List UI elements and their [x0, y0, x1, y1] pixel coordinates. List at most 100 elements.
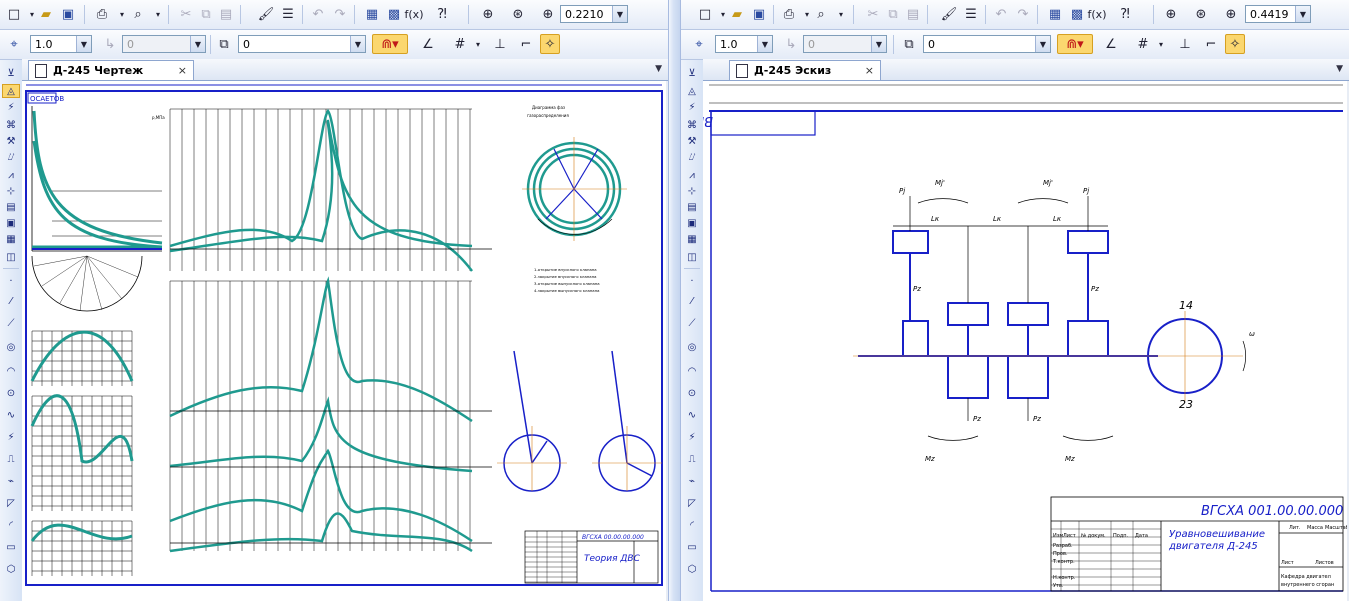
help-pointer-icon[interactable]: ⁈	[1115, 4, 1135, 24]
select-icon[interactable]: ⩘	[683, 168, 701, 182]
format-brush-icon[interactable]: 🖌	[256, 4, 276, 24]
dimension-icon[interactable]: ◬	[683, 84, 701, 98]
measure-icon[interactable]: ⌰	[2, 150, 20, 164]
close-icon[interactable]: ×	[178, 64, 187, 77]
chevron-down-icon[interactable]: ▼	[1295, 6, 1310, 22]
spline-icon[interactable]: ∿	[2, 408, 20, 422]
circle-icon[interactable]: ◎	[683, 340, 701, 354]
marking-icon[interactable]: ⚡	[2, 100, 20, 114]
reports-icon[interactable]: ▤	[683, 200, 701, 214]
fx-button[interactable]: f(x)	[1087, 4, 1107, 24]
chamfer-icon[interactable]: ◸	[2, 496, 20, 510]
ellipse-icon[interactable]: ⊙	[2, 386, 20, 400]
ortho-mode-icon[interactable]: ⌐	[1201, 34, 1221, 54]
window-splitter[interactable]	[668, 0, 681, 601]
grid-dropdown-icon[interactable]: ▾	[1151, 34, 1171, 54]
layer-icon[interactable]: ⧉	[214, 34, 234, 54]
polyline-icon[interactable]: ⌁	[2, 474, 20, 488]
zoom-window-icon[interactable]: ⊕	[478, 4, 498, 24]
zoom-combo[interactable]: 0.4419 ▼	[1245, 5, 1311, 23]
measure-icon[interactable]: ⌰	[683, 150, 701, 164]
cursor-coordinates-icon[interactable]: ⌖	[689, 34, 709, 54]
layer-combo[interactable]: 0 ▼	[238, 35, 366, 53]
drawing-canvas[interactable]: ВГСХА 001.00.00.000	[703, 81, 1349, 601]
chamfer-icon[interactable]: ◸	[683, 496, 701, 510]
orthogonal-icon[interactable]: ∠	[418, 34, 438, 54]
variables-icon[interactable]: ▩	[1067, 4, 1087, 24]
paste-icon[interactable]: ▤	[903, 4, 923, 24]
fragment-icon[interactable]: ▦	[2, 232, 20, 246]
preview-dropdown-icon[interactable]: ▾	[831, 4, 851, 24]
chevron-down-icon[interactable]: ▼	[190, 36, 205, 52]
point-icon[interactable]: ·	[683, 274, 701, 288]
line-scale-combo[interactable]: 1.0 ▼	[30, 35, 92, 53]
properties-icon[interactable]: ☰	[278, 4, 298, 24]
rectangle-icon[interactable]: ▭	[683, 540, 701, 554]
geometry-icon[interactable]: ⊻	[683, 66, 701, 80]
view-icon[interactable]: ◫	[2, 250, 20, 264]
point-icon[interactable]: ·	[2, 274, 20, 288]
parametrization-icon[interactable]: ⚒	[2, 134, 20, 148]
zoom-combo[interactable]: 0.2210 ▼	[560, 5, 628, 23]
undo-icon[interactable]: ↶	[308, 4, 328, 24]
ellipse-icon[interactable]: ⊙	[683, 386, 701, 400]
cut-icon[interactable]: ✂	[863, 4, 883, 24]
manager-icon[interactable]: ▦	[362, 4, 382, 24]
polygon-icon[interactable]: ⬡	[683, 562, 701, 576]
line-icon[interactable]: ⁄	[2, 294, 20, 308]
redo-icon[interactable]: ↷	[330, 4, 350, 24]
chevron-down-icon[interactable]: ▼	[1035, 36, 1050, 52]
layer-icon[interactable]: ⧉	[899, 34, 919, 54]
reports-icon[interactable]: ▤	[2, 200, 20, 214]
line-icon[interactable]: ⁄	[683, 294, 701, 308]
ortho-mode-icon[interactable]: ⌐	[516, 34, 536, 54]
help-pointer-icon[interactable]: ⁈	[432, 4, 452, 24]
print-icon[interactable]: ⎙	[779, 4, 799, 24]
save-icon[interactable]: ▣	[749, 4, 769, 24]
view-icon[interactable]: ◫	[683, 250, 701, 264]
parametrization-icon[interactable]: ⚒	[683, 134, 701, 148]
fillet-icon[interactable]: ◜	[2, 518, 20, 532]
new-document-icon[interactable]: □	[695, 4, 715, 24]
contour-icon[interactable]: ⎍	[683, 452, 701, 466]
step-combo[interactable]: 0 ▼	[803, 35, 887, 53]
format-brush-icon[interactable]: 🖌	[939, 4, 959, 24]
zoom-fit-icon[interactable]: ⊛	[508, 4, 528, 24]
editing-icon[interactable]: ⌘	[2, 118, 20, 132]
close-icon[interactable]: ×	[865, 64, 874, 77]
print-icon[interactable]: ⎙	[92, 4, 112, 24]
hatch-icon[interactable]: ⚡	[2, 430, 20, 444]
polygon-icon[interactable]: ⬡	[2, 562, 20, 576]
zoom-fit-icon[interactable]: ⊛	[1191, 4, 1211, 24]
marking-icon[interactable]: ⚡	[683, 100, 701, 114]
circle-icon[interactable]: ◎	[2, 340, 20, 354]
open-folder-icon[interactable]: ▰	[36, 4, 56, 24]
local-cs-icon[interactable]: ⊥	[1175, 34, 1195, 54]
rectangle-icon[interactable]: ▭	[2, 540, 20, 554]
grid-icon[interactable]: #	[1133, 34, 1153, 54]
tab-list-icon[interactable]: ▼	[655, 64, 662, 74]
copy-icon[interactable]: ⧉	[196, 4, 216, 24]
round-icon[interactable]: ✧	[540, 34, 560, 54]
snap-step-icon[interactable]: ↳	[100, 34, 120, 54]
paste-icon[interactable]: ▤	[216, 4, 236, 24]
editing-icon[interactable]: ⌘	[683, 118, 701, 132]
insert-icon[interactable]: ▣	[683, 216, 701, 230]
grid-icon[interactable]: #	[450, 34, 470, 54]
new-document-icon[interactable]: □	[4, 4, 24, 24]
insert-icon[interactable]: ▣	[2, 216, 20, 230]
layer-combo[interactable]: 0 ▼	[923, 35, 1051, 53]
zoom-in-icon[interactable]: ⊕	[538, 4, 558, 24]
tab-sketch[interactable]: Д-245 Эскиз ×	[729, 60, 881, 80]
dimension-icon[interactable]: ◬	[2, 84, 20, 98]
fillet-icon[interactable]: ◜	[683, 518, 701, 532]
print-preview-icon[interactable]: ⌕	[128, 4, 148, 24]
contour-icon[interactable]: ⎍	[2, 452, 20, 466]
segment-icon[interactable]: ⟋	[2, 316, 20, 330]
grid-dropdown-icon[interactable]: ▾	[468, 34, 488, 54]
snap-step-icon[interactable]: ↳	[781, 34, 801, 54]
tab-drawing[interactable]: Д-245 Чертеж ×	[28, 60, 194, 80]
tab-list-icon[interactable]: ▼	[1336, 64, 1343, 74]
local-cs-icon[interactable]: ⊥	[490, 34, 510, 54]
geometry-icon[interactable]: ⊻	[2, 66, 20, 80]
